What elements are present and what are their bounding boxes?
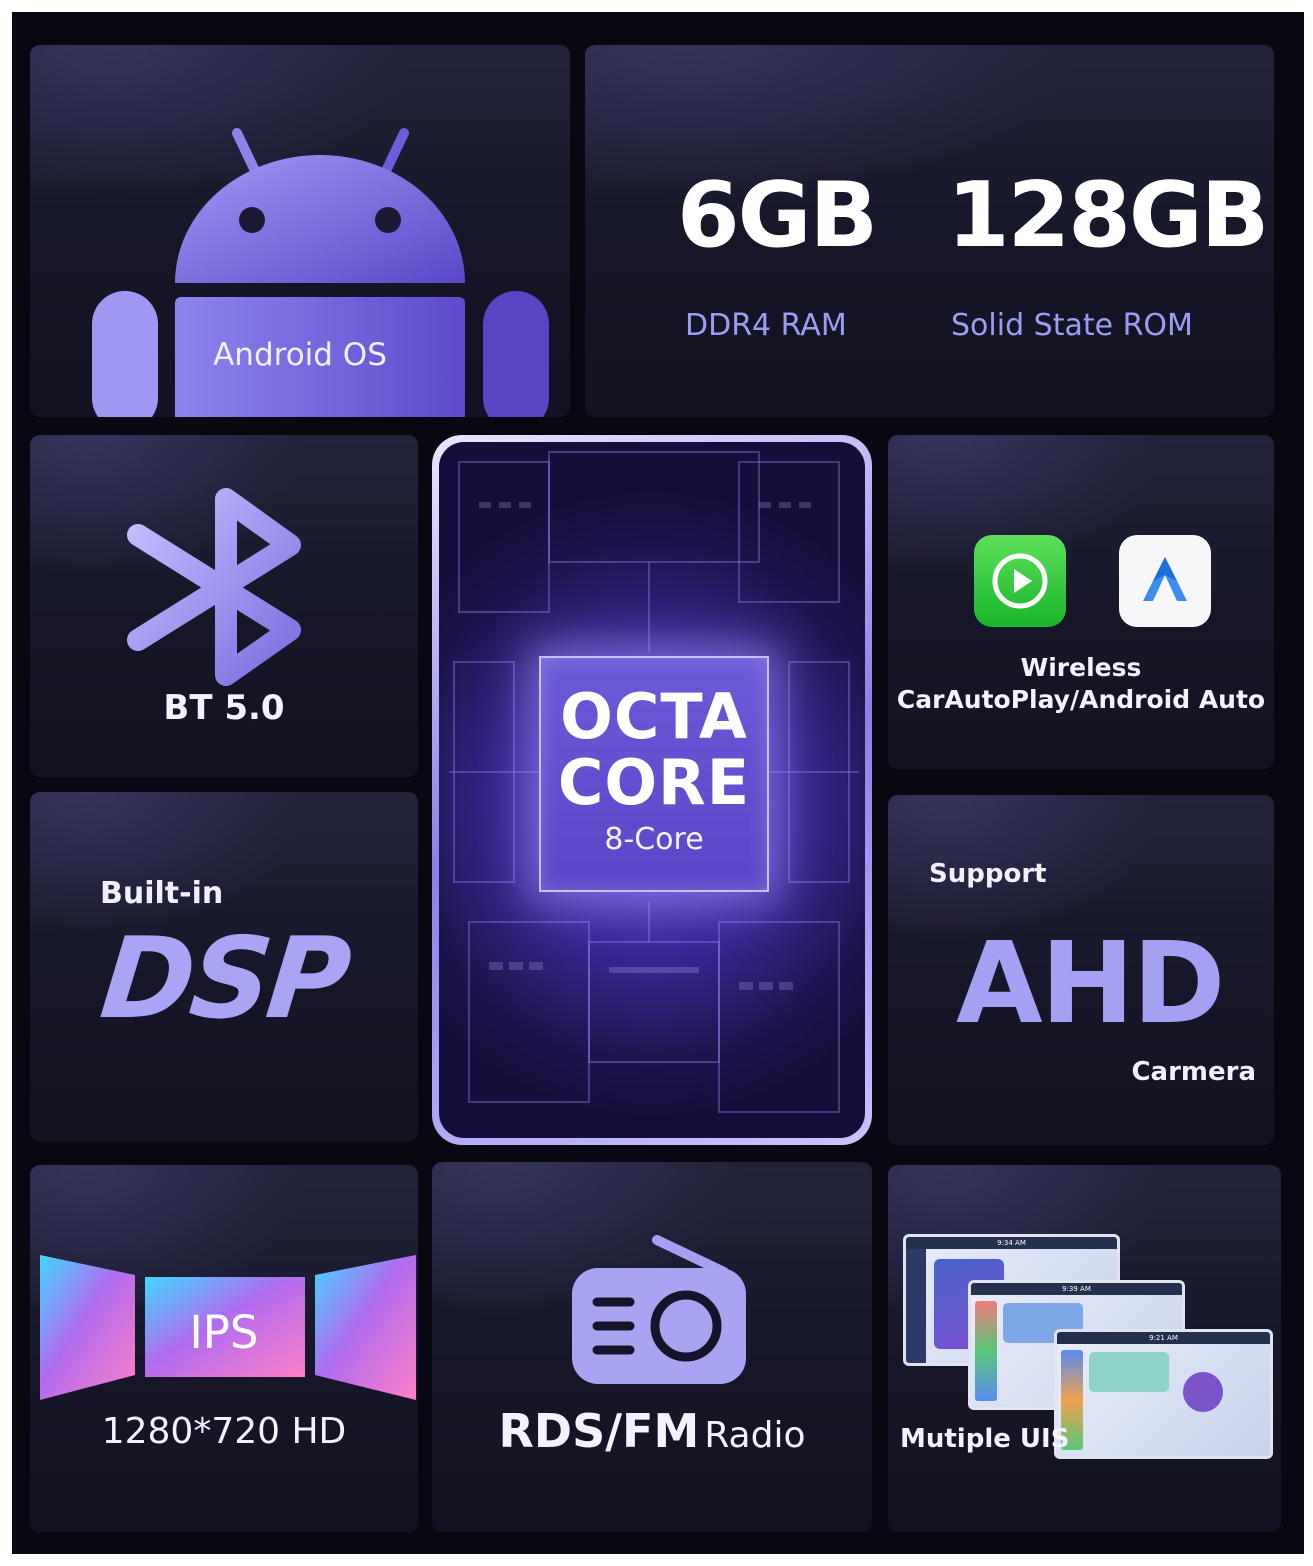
bluetooth-tile: BT 5.0 <box>30 435 418 777</box>
android-auto-icon <box>1119 535 1211 627</box>
radio-label-bold: RDS/FM <box>498 1404 700 1458</box>
cpu-chip: OCTA CORE 8-Core <box>539 656 769 892</box>
dsp-tile: Built-in DSP <box>30 792 418 1142</box>
ui-screen-2-time: 9:39 AM <box>971 1283 1182 1295</box>
ram-type: DDR4 RAM <box>685 308 847 343</box>
ips-display-tile: IPS 1280*720 HD <box>30 1165 418 1532</box>
octa-core-tile: OCTA CORE 8-Core <box>432 435 872 1145</box>
radio-label-regular: Radio <box>704 1415 806 1456</box>
multiple-ui-label: Mutiple UIS <box>900 1424 1070 1454</box>
radio-tile: RDS/FM Radio <box>432 1162 872 1532</box>
rom-size: 128GB <box>947 163 1269 268</box>
bluetooth-version: BT 5.0 <box>163 688 285 728</box>
cpu-line-core: CORE <box>557 746 751 819</box>
ui-screen-3-time: 9:21 AM <box>1057 1332 1270 1344</box>
radio-icon <box>572 1235 746 1384</box>
carplay-line-2: CarAutoPlay/Android Auto <box>896 685 1266 714</box>
ui-screen-3: 9:21 AM <box>1054 1329 1273 1459</box>
ram-size: 6GB <box>677 163 878 268</box>
ahd-prefix: Support <box>929 859 1047 889</box>
carplay-line-1: Wireless <box>1020 653 1142 682</box>
rom-type: Solid State ROM <box>951 308 1193 343</box>
carplay-icon <box>974 535 1066 627</box>
multiple-ui-tile: 9:34 AM 9:39 AM 9:21 AM Mutiple UIS <box>888 1165 1281 1532</box>
dsp-label: DSP <box>95 914 353 1044</box>
panel-type: IPS <box>189 1306 259 1359</box>
carplay-tile: Wireless CarAutoPlay/Android Auto <box>888 435 1274 769</box>
memory-tile: 6GB DDR4 RAM 128GB Solid State ROM <box>585 45 1274 417</box>
feature-grid: Android OS 6GB DDR4 RAM 128GB Solid Stat… <box>12 12 1304 1554</box>
display-resolution: 1280*720 HD <box>101 1411 347 1452</box>
ahd-label: AHD <box>956 919 1225 1049</box>
dsp-prefix: Built-in <box>100 876 224 911</box>
ahd-suffix: Carmera <box>1131 1057 1256 1087</box>
chip-board: OCTA CORE 8-Core <box>439 442 865 1138</box>
cpu-line-octa: OCTA <box>560 680 748 753</box>
android-os-tile: Android OS <box>30 45 570 417</box>
radio-label: RDS/FM Radio <box>432 1404 872 1458</box>
android-os-label: Android OS <box>213 337 387 373</box>
cpu-core-count: 8-Core <box>604 822 704 857</box>
ahd-tile: Support AHD Carmera <box>888 795 1274 1145</box>
ui-screen-1-time: 9:34 AM <box>906 1237 1117 1249</box>
